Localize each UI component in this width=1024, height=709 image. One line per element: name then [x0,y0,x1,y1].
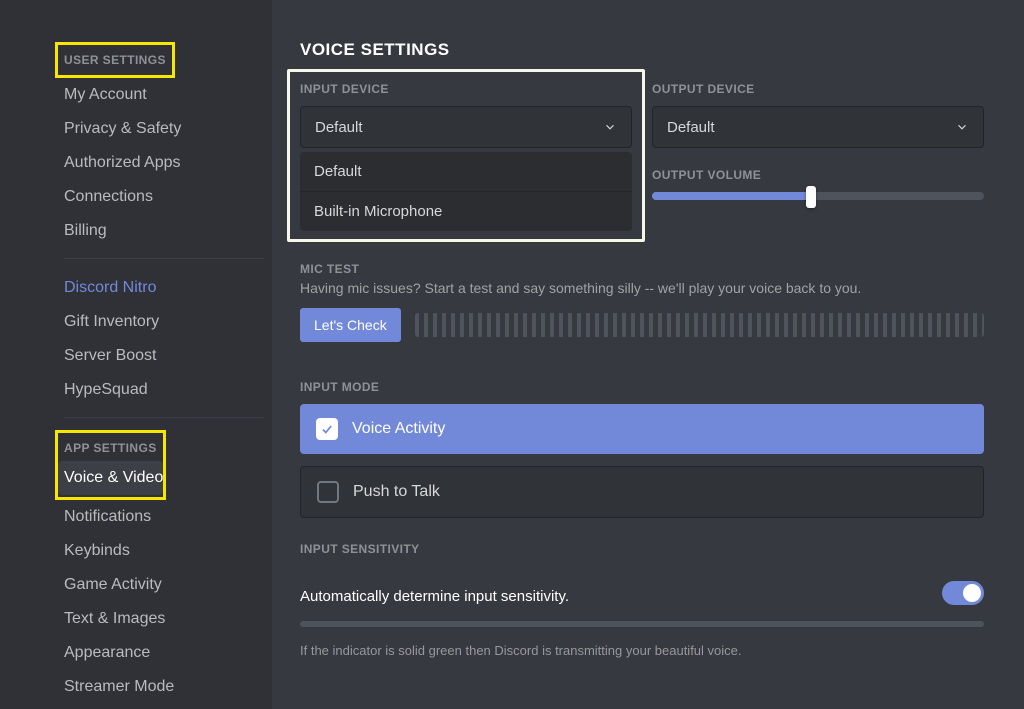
sidebar-divider [64,417,264,418]
sidebar-item-voice-video[interactable]: Voice & Video [58,461,163,495]
sidebar-item-streamer-mode[interactable]: Streamer Mode [64,670,264,704]
sidebar-item-hypesquad[interactable]: HypeSquad [64,373,264,407]
output-volume-fill [652,192,811,200]
mic-test-section: MIC TEST Having mic issues? Start a test… [300,262,984,342]
input-device-option-default[interactable]: Default [300,152,632,191]
input-device-option-builtin-mic[interactable]: Built-in Microphone [300,191,632,231]
output-device-selected: Default [667,119,715,136]
mic-test-button[interactable]: Let's Check [300,308,401,342]
sidebar-item-discord-nitro[interactable]: Discord Nitro [64,271,264,305]
checkbox-unchecked-icon [317,481,339,503]
sidebar-item-appearance[interactable]: Appearance [64,636,264,670]
input-device-dropdown: Default Built-in Microphone [300,152,632,231]
sidebar-item-privacy-safety[interactable]: Privacy & Safety [64,112,264,146]
sidebar-item-connections[interactable]: Connections [64,180,264,214]
sidebar-item-game-activity[interactable]: Game Activity [64,568,264,602]
mic-test-help: Having mic issues? Start a test and say … [300,280,984,296]
input-sensitivity-label: INPUT SENSITIVITY [300,542,984,556]
sidebar-item-text-images[interactable]: Text & Images [64,602,264,636]
sidebar-item-notifications[interactable]: Notifications [64,500,264,534]
input-mode-voice-activity[interactable]: Voice Activity [300,404,984,454]
sidebar-divider [64,258,264,259]
output-device-select[interactable]: Default [652,106,984,148]
input-device-label: INPUT DEVICE [300,82,632,96]
sidebar-item-my-account[interactable]: My Account [64,78,264,112]
sidebar-item-keybinds[interactable]: Keybinds [64,534,264,568]
mic-test-meter [415,313,984,337]
output-volume-thumb[interactable] [806,186,816,208]
user-settings-header-highlight: USER SETTINGS [55,42,175,78]
user-settings-header: USER SETTINGS [64,47,166,73]
page-title: VOICE SETTINGS [300,40,984,60]
input-device-selected: Default [315,119,363,136]
sensitivity-indicator [300,621,984,627]
input-mode-section: INPUT MODE Voice Activity Push to Talk [300,380,984,518]
input-mode-push-to-talk[interactable]: Push to Talk [300,466,984,518]
sidebar-item-billing[interactable]: Billing [64,214,264,248]
sensitivity-help: If the indicator is solid green then Dis… [300,643,984,658]
app-settings-highlight: APP SETTINGS Voice & Video [55,430,166,500]
mic-test-label: MIC TEST [300,262,984,276]
voice-activity-label: Voice Activity [352,420,445,438]
checkbox-checked-icon [316,418,338,440]
app-settings-header: APP SETTINGS [64,435,157,461]
auto-sensitivity-label: Automatically determine input sensitivit… [300,588,569,605]
input-device-highlight: INPUT DEVICE Default Default Built-in Mi… [287,69,645,242]
output-device-label: OUTPUT DEVICE [652,82,984,96]
push-to-talk-label: Push to Talk [353,483,440,501]
sidebar-item-server-boost[interactable]: Server Boost [64,339,264,373]
settings-sidebar: USER SETTINGS My Account Privacy & Safet… [0,0,272,709]
auto-sensitivity-toggle[interactable] [942,581,984,605]
input-mode-label: INPUT MODE [300,380,984,394]
chevron-down-icon [603,120,617,134]
main-content: VOICE SETTINGS INPUT DEVICE Default Defa… [272,0,1024,709]
sidebar-item-gift-inventory[interactable]: Gift Inventory [64,305,264,339]
output-volume-slider[interactable] [652,192,984,200]
sidebar-item-authorized-apps[interactable]: Authorized Apps [64,146,264,180]
chevron-down-icon [955,120,969,134]
input-device-select[interactable]: Default [300,106,632,148]
toggle-knob [963,584,981,602]
output-volume-label: OUTPUT VOLUME [652,168,984,182]
